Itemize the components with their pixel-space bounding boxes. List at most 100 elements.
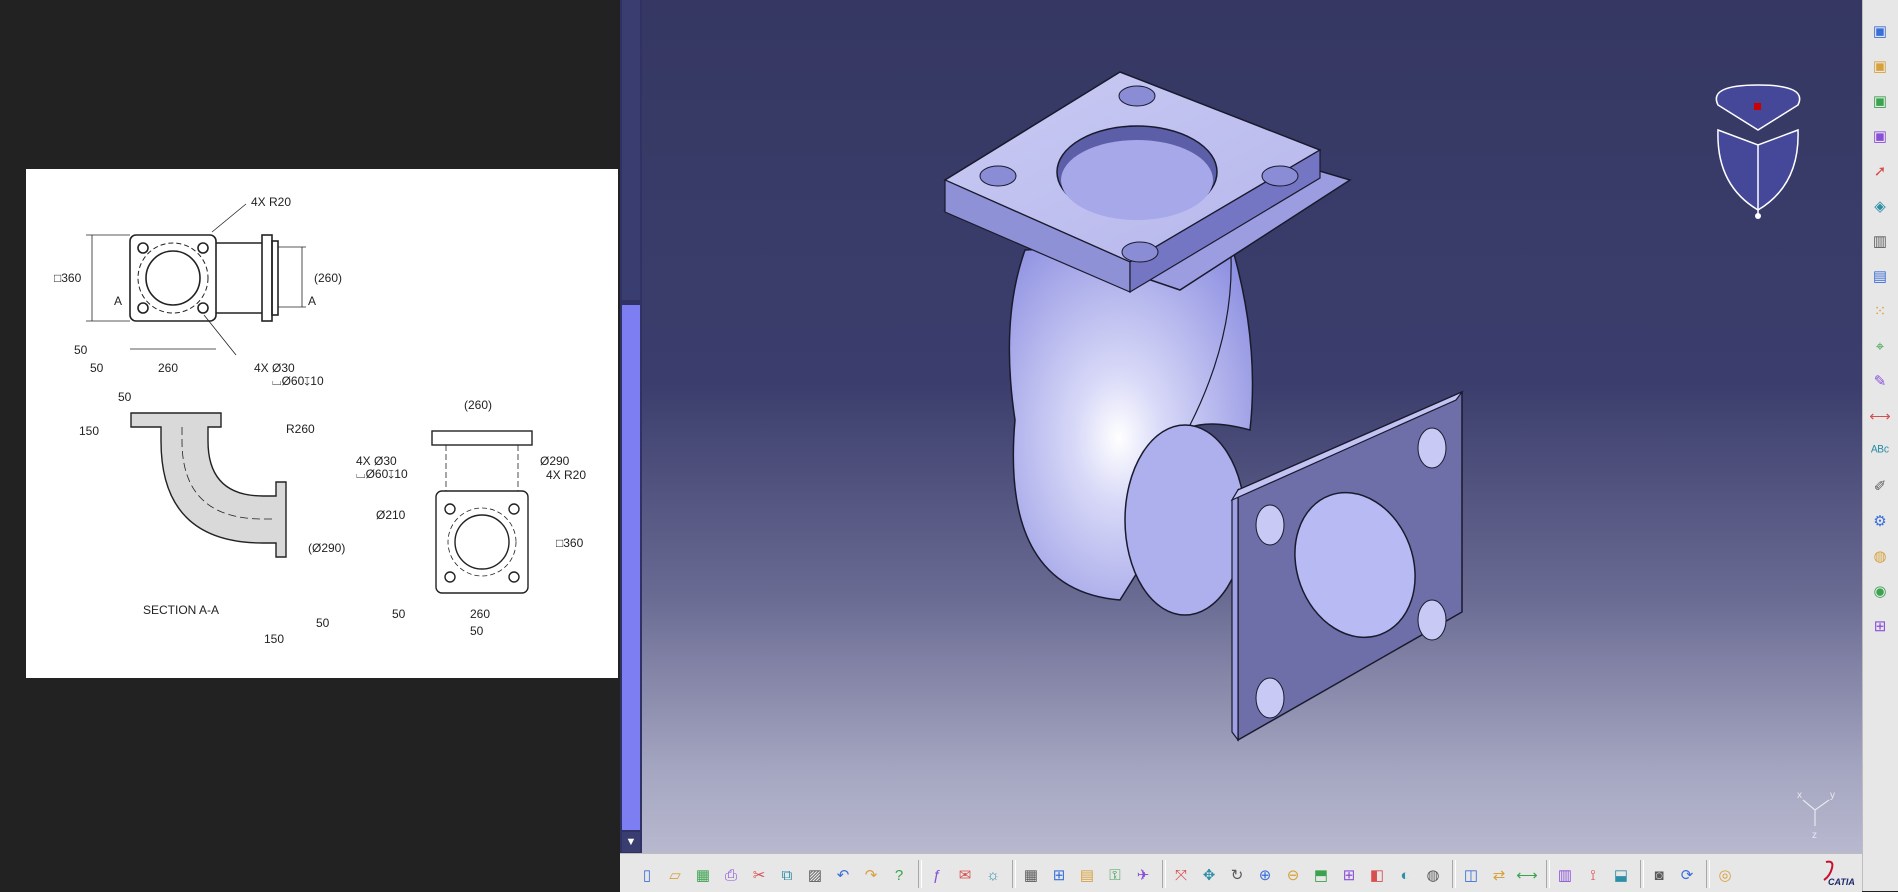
measure-icon[interactable]: ⟷	[1516, 864, 1538, 886]
section-bottom-50: 50	[316, 616, 330, 630]
scroll-down-button[interactable]: ▼	[622, 832, 640, 852]
section-dia-label: (Ø290)	[308, 541, 345, 555]
side-square-label: □360	[556, 536, 584, 550]
top-radius-label: 4X R20	[251, 195, 291, 209]
side-width-label: (260)	[464, 398, 492, 412]
comment-icon[interactable]: ✉	[954, 864, 976, 886]
section-flange-label: 50	[118, 390, 132, 404]
compass-widget[interactable]	[1715, 84, 1801, 219]
capture-icon[interactable]: ◙	[1648, 864, 1670, 886]
axis-y-label: y	[1830, 790, 1835, 801]
render-icon[interactable]: ◍	[1422, 864, 1444, 886]
shading-icon[interactable]: ◐	[1394, 864, 1416, 886]
sketch-icon[interactable]: ✎	[1869, 370, 1891, 392]
part-body-icon[interactable]: ▣	[1869, 125, 1891, 147]
pocket-icon[interactable]: ▤	[1869, 265, 1891, 287]
constraint-icon[interactable]: ⌖	[1869, 335, 1891, 357]
cut-icon[interactable]: ✂	[748, 864, 770, 886]
side-cbore-label: ⌴Ø60↧10	[356, 467, 408, 481]
toolbar-separator	[1640, 860, 1644, 888]
swap-icon[interactable]: ⇄	[1488, 864, 1510, 886]
right-toolbar: ▣ ▣ ▣ ▣ ➚ ◈ ▥ ▤ ⁙ ⌖ ✎ ⟷ ᴬᴮᶜ ✐ ⚙ ◍ ◉ ⊞	[1862, 0, 1898, 891]
section-bottom-150: 150	[264, 632, 284, 646]
param-icon[interactable]: ⚿	[1104, 864, 1126, 886]
tree-icon[interactable]: ⊞	[1048, 864, 1070, 886]
fly-icon[interactable]: ✈	[1132, 864, 1154, 886]
pad-icon[interactable]: ▥	[1869, 230, 1891, 252]
pan-icon[interactable]: ✥	[1198, 864, 1220, 886]
part-body-icon[interactable]: ▣	[1869, 20, 1891, 42]
side-flange[interactable]	[1230, 390, 1464, 742]
multi-view-icon[interactable]: ⊞	[1338, 864, 1360, 886]
copy-icon[interactable]: ⧉	[776, 864, 798, 886]
axis-x-label: x	[1797, 790, 1802, 801]
top-flange[interactable]	[943, 71, 1352, 294]
fit-all-icon[interactable]: ⤧	[1170, 864, 1192, 886]
side-dia290-label: Ø290	[540, 454, 570, 468]
measure-icon[interactable]: ⟷	[1869, 405, 1891, 427]
formula-icon[interactable]: ƒ	[926, 864, 948, 886]
select-arrow-icon[interactable]: ➚	[1869, 160, 1891, 182]
iso-view-icon[interactable]: ◧	[1366, 864, 1388, 886]
section-radius-label: R260	[286, 422, 315, 436]
top-offset-v-label: 50	[74, 343, 88, 357]
zoom-in-icon[interactable]: ⊕	[1254, 864, 1276, 886]
catalog-browser-icon[interactable]: ▥	[1554, 864, 1576, 886]
toolbar-separator	[1452, 860, 1456, 888]
axis-triad: x y z	[1797, 790, 1835, 841]
top-square-label: □360	[54, 271, 82, 285]
save-icon[interactable]: ▦	[692, 864, 714, 886]
toolbar-separator	[1012, 860, 1016, 888]
hide-icon[interactable]: ◫	[1460, 864, 1482, 886]
globe-icon[interactable]: ◍	[1869, 545, 1891, 567]
3d-viewport[interactable]: x y z	[620, 0, 1862, 853]
scrollbar-thumb[interactable]	[622, 305, 640, 830]
top-offset-h-label: 50	[90, 361, 104, 375]
text-abc-icon[interactable]: ᴬᴮᶜ	[1869, 440, 1891, 462]
undo-icon[interactable]: ↶	[832, 864, 854, 886]
side-offset-v-label: 50	[392, 607, 406, 621]
annotation-icon[interactable]: ✐	[1869, 475, 1891, 497]
animate-icon[interactable]: ⟳	[1676, 864, 1698, 886]
reference-panel: 4X R20 □360 (260) A A 50 50 260 4X Ø30 ⌴…	[0, 0, 620, 891]
toolbar-separator	[1706, 860, 1710, 888]
help-icon[interactable]: ?	[888, 864, 910, 886]
toolbar-separator	[1546, 860, 1550, 888]
catia-brand-text: CATIA	[1828, 877, 1855, 887]
part-body-icon[interactable]: ▣	[1869, 55, 1891, 77]
top-holes-label: 4X Ø30	[254, 361, 295, 375]
normal-view-icon[interactable]: ⬒	[1310, 864, 1332, 886]
paste-icon[interactable]: ▨	[804, 864, 826, 886]
analysis-icon[interactable]: ◉	[1869, 580, 1891, 602]
section-mark-a1: A	[114, 294, 122, 308]
section-view	[130, 412, 287, 558]
apply-material-icon[interactable]: ⬓	[1610, 864, 1632, 886]
tree-icon[interactable]: ⊞	[1869, 615, 1891, 637]
light-icon[interactable]: ☼	[982, 864, 1004, 886]
web-icon[interactable]: ◎	[1714, 864, 1736, 886]
rotate-icon[interactable]: ↻	[1226, 864, 1248, 886]
section-mark-a2: A	[308, 294, 316, 308]
open-icon[interactable]: ▱	[664, 864, 686, 886]
side-radius-label: 4X R20	[546, 468, 586, 482]
thread-icon[interactable]: ⟟	[1582, 864, 1604, 886]
zoom-out-icon[interactable]: ⊖	[1282, 864, 1304, 886]
top-span-label: 260	[158, 361, 178, 375]
elbow-body[interactable]	[1008, 239, 1254, 616]
drawing-canvas: 4X R20 □360 (260) A A 50 50 260 4X Ø30 ⌴…	[54, 195, 586, 646]
scrollbar-track[interactable]	[622, 0, 640, 300]
compass-pole-icon	[1754, 103, 1761, 110]
top-cbore-label: ⌴Ø60↧10	[272, 374, 324, 388]
part-model: x y z	[943, 71, 1835, 841]
redo-icon[interactable]: ↷	[860, 864, 882, 886]
knowledge-icon[interactable]: ⚙	[1869, 510, 1891, 532]
new-icon[interactable]: ▯	[636, 864, 658, 886]
surface-icon[interactable]: ◈	[1869, 195, 1891, 217]
side-holes-label: 4X Ø30	[356, 454, 397, 468]
pattern-icon[interactable]: ⁙	[1869, 300, 1891, 322]
catalog-icon[interactable]: ▤	[1076, 864, 1098, 886]
part-body-icon[interactable]: ▣	[1869, 90, 1891, 112]
print-icon[interactable]: ⎙	[720, 864, 742, 886]
toolbar-separator	[918, 860, 922, 888]
table-icon[interactable]: ▦	[1020, 864, 1042, 886]
